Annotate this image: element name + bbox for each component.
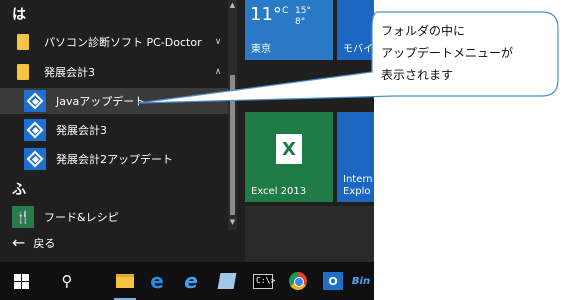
- taskbar: ⚲ e e C:\> O Bin: [0, 262, 374, 300]
- taskbar-outlook[interactable]: O: [318, 262, 348, 300]
- back-button[interactable]: ← 戻る: [12, 233, 55, 252]
- kaikei-app-icon: [24, 148, 46, 170]
- weather-high: 15°: [295, 6, 311, 16]
- excel-tile[interactable]: X Excel 2013: [245, 112, 333, 202]
- empty-tile-area: [245, 206, 374, 262]
- ie-tile-label: Intern Explo: [343, 174, 373, 198]
- chrome-icon: [289, 272, 307, 290]
- outlook-icon: O: [323, 272, 343, 290]
- weather-tile[interactable]: 11° C 15° 8° 東京: [245, 0, 333, 60]
- folder-icon: [17, 64, 29, 80]
- taskbar-internet-explorer[interactable]: e: [176, 262, 206, 300]
- folder-icon: [17, 34, 29, 50]
- app-label: パソコン診断ソフト PC-Doctor: [44, 36, 202, 49]
- bin-app-icon: Bin: [351, 275, 371, 287]
- back-arrow-icon: ←: [12, 233, 26, 252]
- app-hatten-kaikei-3[interactable]: 発展会計3: [0, 117, 228, 143]
- app-java-update[interactable]: Javaアップデート: [0, 88, 228, 114]
- fork-knife-icon: 🍴: [12, 206, 34, 228]
- search-icon: ⚲: [61, 272, 73, 290]
- taskbar-file-explorer[interactable]: [110, 262, 140, 300]
- taskbar-edge[interactable]: e: [142, 262, 172, 300]
- taskbar-bin[interactable]: Bin: [348, 262, 374, 300]
- scrollbar[interactable]: ▲ ▼: [228, 0, 237, 230]
- scrollbar-thumb[interactable]: [230, 75, 235, 215]
- back-label: 戻る: [33, 236, 56, 250]
- ie-label-line1: Intern: [343, 174, 373, 185]
- app-label: Javaアップデート: [56, 95, 146, 108]
- tiles-area: 11° C 15° 8° 東京 モバイ X Excel 2013 Intern …: [237, 0, 374, 262]
- start-button[interactable]: [6, 262, 36, 300]
- app-label: 発展会計3: [44, 66, 95, 79]
- edge-icon: e: [150, 269, 164, 293]
- callout-text: フォルダの中に アップデートメニューが 表示されます: [381, 20, 531, 86]
- app-folder-hatten-kaikei[interactable]: 発展会計3 ∧: [0, 59, 228, 85]
- kaikei-app-icon: [24, 90, 46, 112]
- app-folder-pc-doctor[interactable]: パソコン診断ソフト PC-Doctor ∨: [0, 29, 228, 55]
- mobile-tile-label: モバイ: [343, 44, 373, 55]
- callout-line-1: フォルダの中に: [381, 24, 466, 38]
- mobile-tile[interactable]: モバイ: [337, 0, 374, 60]
- weather-low: 8°: [295, 17, 306, 27]
- weather-unit: C: [282, 6, 289, 16]
- app-label: フード&レシピ: [44, 211, 119, 224]
- notepad-icon: [217, 273, 237, 289]
- app-label: 発展会計3: [56, 124, 107, 137]
- taskbar-notepad[interactable]: [212, 262, 242, 300]
- app-label: 発展会計2アップデート: [56, 153, 173, 166]
- kaikei-app-icon: [24, 119, 46, 141]
- group-header-ha[interactable]: は: [12, 4, 26, 24]
- start-menu-app-list: は パソコン診断ソフト PC-Doctor ∨ 発展会計3 ∧ Javaアップデ…: [0, 0, 237, 262]
- callout-line-2: アップデートメニューが: [381, 46, 514, 60]
- internet-explorer-icon: e: [184, 269, 198, 293]
- ie-label-line2: Explo: [343, 186, 371, 197]
- command-prompt-icon: C:\>: [253, 273, 275, 289]
- internet-explorer-tile[interactable]: Intern Explo: [337, 112, 374, 202]
- excel-tile-label: Excel 2013: [251, 186, 307, 197]
- folder-icon: [116, 274, 134, 288]
- search-button[interactable]: ⚲: [52, 262, 82, 300]
- weather-city: 東京: [251, 44, 271, 55]
- weather-temp: 11°: [250, 4, 282, 25]
- app-hatten-kaikei-2-update[interactable]: 発展会計2アップデート: [0, 146, 228, 172]
- excel-icon: X: [276, 134, 302, 164]
- group-header-fu[interactable]: ふ: [12, 179, 26, 199]
- callout-line-3: 表示されます: [381, 68, 454, 82]
- app-food-recipe[interactable]: 🍴 フード&レシピ: [0, 204, 228, 230]
- weather-range: 15° 8°: [295, 6, 311, 28]
- taskbar-chrome[interactable]: [283, 262, 313, 300]
- taskbar-command-prompt[interactable]: C:\>: [248, 262, 278, 300]
- scroll-up-arrow-icon[interactable]: ▲: [228, 1, 237, 9]
- chevron-up-icon[interactable]: ∧: [208, 67, 228, 77]
- chevron-down-icon[interactable]: ∨: [208, 37, 228, 47]
- scroll-down-arrow-icon[interactable]: ▼: [228, 218, 237, 226]
- windows-icon: [13, 273, 29, 289]
